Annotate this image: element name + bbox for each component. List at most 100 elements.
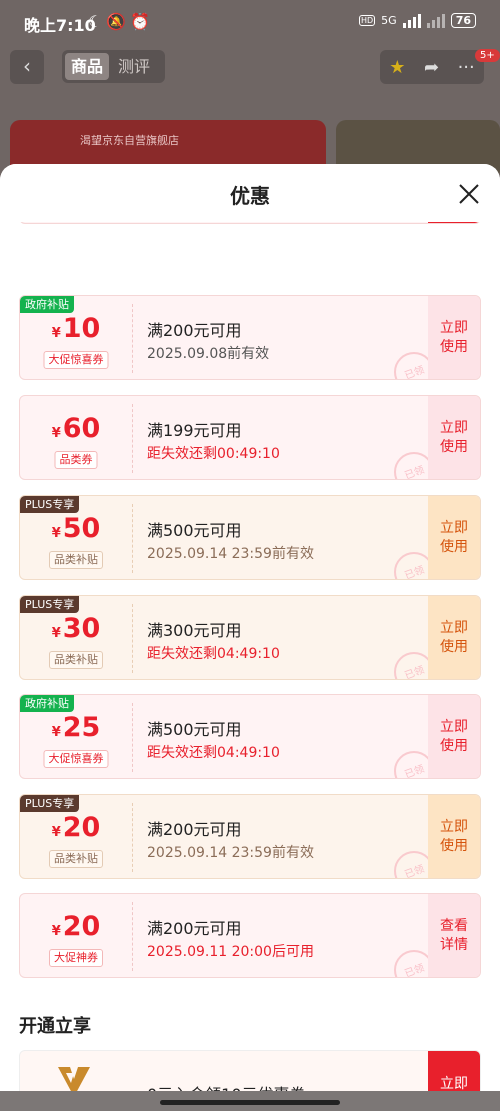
home-indicator[interactable] bbox=[160, 1100, 340, 1105]
tab-review[interactable]: 测评 bbox=[112, 53, 156, 80]
more-icon[interactable]: ··· bbox=[458, 57, 475, 78]
coupon-action-button[interactable]: 立即 使用 bbox=[428, 695, 480, 778]
network-label: 5G bbox=[381, 14, 397, 27]
coupon-type: 品类补贴 bbox=[49, 651, 103, 669]
coupon-condition: 满200元可用 bbox=[147, 820, 242, 839]
button-line-1: 立即 bbox=[440, 719, 468, 735]
coupon-type: 品类券 bbox=[54, 451, 98, 469]
coupon-tag: PLUS专享 bbox=[20, 795, 80, 812]
coupon-value-area: ¥60 品类券 bbox=[20, 396, 132, 479]
button-line-2: 使用 bbox=[440, 639, 468, 655]
coupon-validity: 距失效还剩00:49:10 bbox=[147, 446, 280, 462]
coupon-type: 大促神券 bbox=[49, 949, 103, 967]
coupon-divider bbox=[132, 404, 133, 473]
close-icon bbox=[459, 184, 479, 204]
status-bar: 晚上7:10 ☾🔕⏰ HD 5G 76 bbox=[0, 0, 500, 44]
coupon-sheet: ¥30品类券满299元可用距失效还剩00:49:10立即领取¥10大促惊喜券政府… bbox=[0, 164, 500, 1111]
coupon-divider bbox=[132, 604, 133, 673]
coupon-validity: 2025.09.14 23:59前有效 bbox=[147, 546, 314, 562]
coupon-divider bbox=[132, 703, 133, 772]
button-line-1: 查看 bbox=[440, 918, 468, 934]
button-line-2: 使用 bbox=[440, 838, 468, 854]
back-button[interactable]: ‹ bbox=[10, 50, 44, 84]
currency-symbol: ¥ bbox=[51, 924, 61, 939]
button-line-2: 使用 bbox=[440, 539, 468, 555]
coupon-action-button[interactable]: 立即 使用 bbox=[428, 496, 480, 579]
coupon-amount: ¥20 bbox=[20, 813, 132, 848]
coupon-validity: 2025.09.08前有效 bbox=[147, 346, 270, 362]
currency-symbol: ¥ bbox=[51, 725, 61, 740]
coupon-card[interactable]: ¥20 品类补贴 PLUS专享 满200元可用 2025.09.14 23:59前有效已… bbox=[19, 794, 481, 879]
coupon-condition: 满199元可用 bbox=[147, 421, 242, 440]
coupon-type: 大促惊喜券 bbox=[43, 351, 109, 369]
coupon-condition: 满500元可用 bbox=[147, 720, 242, 739]
coupon-amount-value: 25 bbox=[62, 712, 101, 743]
coupon-condition: 满200元可用 bbox=[147, 919, 242, 938]
coupon-divider bbox=[132, 304, 133, 373]
moon-icon: ☾ bbox=[88, 12, 107, 31]
coupon-amount-value: 20 bbox=[62, 812, 101, 843]
share-icon[interactable]: ➦ bbox=[424, 57, 439, 78]
coupon-validity: 2025.09.11 20:00后可用 bbox=[147, 944, 314, 960]
button-line-1: 立即 bbox=[440, 520, 468, 536]
coupon-amount-value: 10 bbox=[62, 313, 101, 344]
coupon-tag: PLUS专享 bbox=[20, 596, 80, 613]
coupon-validity: 距失效还剩04:49:10 bbox=[147, 745, 280, 761]
coupon-validity: 2025.09.14 23:59前有效 bbox=[147, 845, 314, 861]
coupon-card[interactable]: ¥20 大促神券 满200元可用 2025.09.11 20:00后可用 已领 查看 详情 bbox=[19, 893, 481, 978]
button-line-1: 立即 bbox=[440, 620, 468, 636]
sheet-title: 优惠 bbox=[230, 184, 270, 208]
coupon-type: 品类补贴 bbox=[49, 551, 103, 569]
button-line-2: 使用 bbox=[440, 738, 468, 754]
coupon-card[interactable]: ¥10 大促惊喜券 政府补贴 满200元可用 2025.09.08前有效 已领 立即 使用 bbox=[19, 295, 481, 380]
coupon-amount: ¥10 bbox=[20, 314, 132, 349]
coupon-amount: ¥25 bbox=[20, 713, 132, 748]
button-line-2: 详情 bbox=[440, 937, 468, 953]
message-badge: 5+ bbox=[475, 49, 500, 62]
coupon-action-button[interactable]: 立即 使用 bbox=[428, 795, 480, 878]
mute-bell-icon: 🔕 bbox=[106, 12, 131, 31]
coupon-value-area: ¥20 大促神券 bbox=[20, 894, 132, 977]
coupon-type: 大促惊喜券 bbox=[43, 750, 109, 768]
coupon-type: 品类补贴 bbox=[49, 850, 103, 868]
coupon-amount: ¥20 bbox=[20, 912, 132, 947]
coupon-divider bbox=[132, 803, 133, 872]
alarm-icon: ⏰ bbox=[130, 12, 155, 31]
coupon-amount-value: 20 bbox=[62, 911, 101, 942]
coupon-action-button[interactable]: 查看 详情 bbox=[428, 894, 480, 977]
coupon-divider bbox=[132, 504, 133, 573]
coupon-card[interactable]: ¥30 品类补贴 PLUS专享 满300元可用 距失效还剩04:49:10 已领 立即 使用 bbox=[19, 595, 481, 680]
page-tabs: 商品 测评 bbox=[62, 50, 165, 83]
coupon-amount: ¥50 bbox=[20, 514, 132, 549]
coupon-amount: ¥30 bbox=[20, 614, 132, 649]
hd-badge: HD bbox=[358, 15, 376, 26]
store-name: 渴望京东自营旗舰店 bbox=[80, 134, 179, 147]
coupon-condition: 满500元可用 bbox=[147, 521, 242, 540]
nav-actions: ★ ➦ ··· bbox=[380, 50, 484, 84]
coupon-tag: 政府补贴 bbox=[20, 296, 74, 313]
coupon-card[interactable]: ¥50 品类补贴 PLUS专享 满500元可用 2025.09.14 23:59前有效已… bbox=[19, 495, 481, 580]
coupon-card[interactable]: ¥60 品类券 满199元可用 距失效还剩00:49:10 已领 立即 使用 bbox=[19, 395, 481, 480]
coupon-validity: 距失效还剩04:49:10 bbox=[147, 646, 280, 662]
star-icon[interactable]: ★ bbox=[389, 57, 405, 78]
coupon-action-button[interactable]: 立即 使用 bbox=[428, 396, 480, 479]
button-line-2: 使用 bbox=[440, 339, 468, 355]
currency-symbol: ¥ bbox=[51, 326, 61, 341]
coupon-amount-value: 60 bbox=[62, 413, 101, 444]
tab-product[interactable]: 商品 bbox=[65, 53, 110, 80]
coupon-condition: 满200元可用 bbox=[147, 321, 242, 340]
button-line-2: 使用 bbox=[440, 439, 468, 455]
coupon-amount-value: 30 bbox=[62, 613, 101, 644]
close-button[interactable] bbox=[455, 180, 483, 208]
coupon-tag: PLUS专享 bbox=[20, 496, 80, 513]
coupon-tag: 政府补贴 bbox=[20, 695, 74, 712]
coupon-action-button[interactable]: 立即 使用 bbox=[428, 596, 480, 679]
coupon-action-button[interactable]: 立即 使用 bbox=[428, 296, 480, 379]
coupon-card[interactable]: ¥25 大促惊喜券 政府补贴 满500元可用 距失效还剩04:49:10 已领 立即 使用 bbox=[19, 694, 481, 779]
battery-icon: 76 bbox=[450, 13, 476, 28]
coupon-condition: 满300元可用 bbox=[147, 621, 242, 640]
button-line-1: 立即 bbox=[440, 420, 468, 436]
status-time: 晚上7:10 bbox=[24, 16, 96, 35]
coupon-amount: ¥60 bbox=[20, 414, 132, 449]
currency-symbol: ¥ bbox=[51, 626, 61, 641]
